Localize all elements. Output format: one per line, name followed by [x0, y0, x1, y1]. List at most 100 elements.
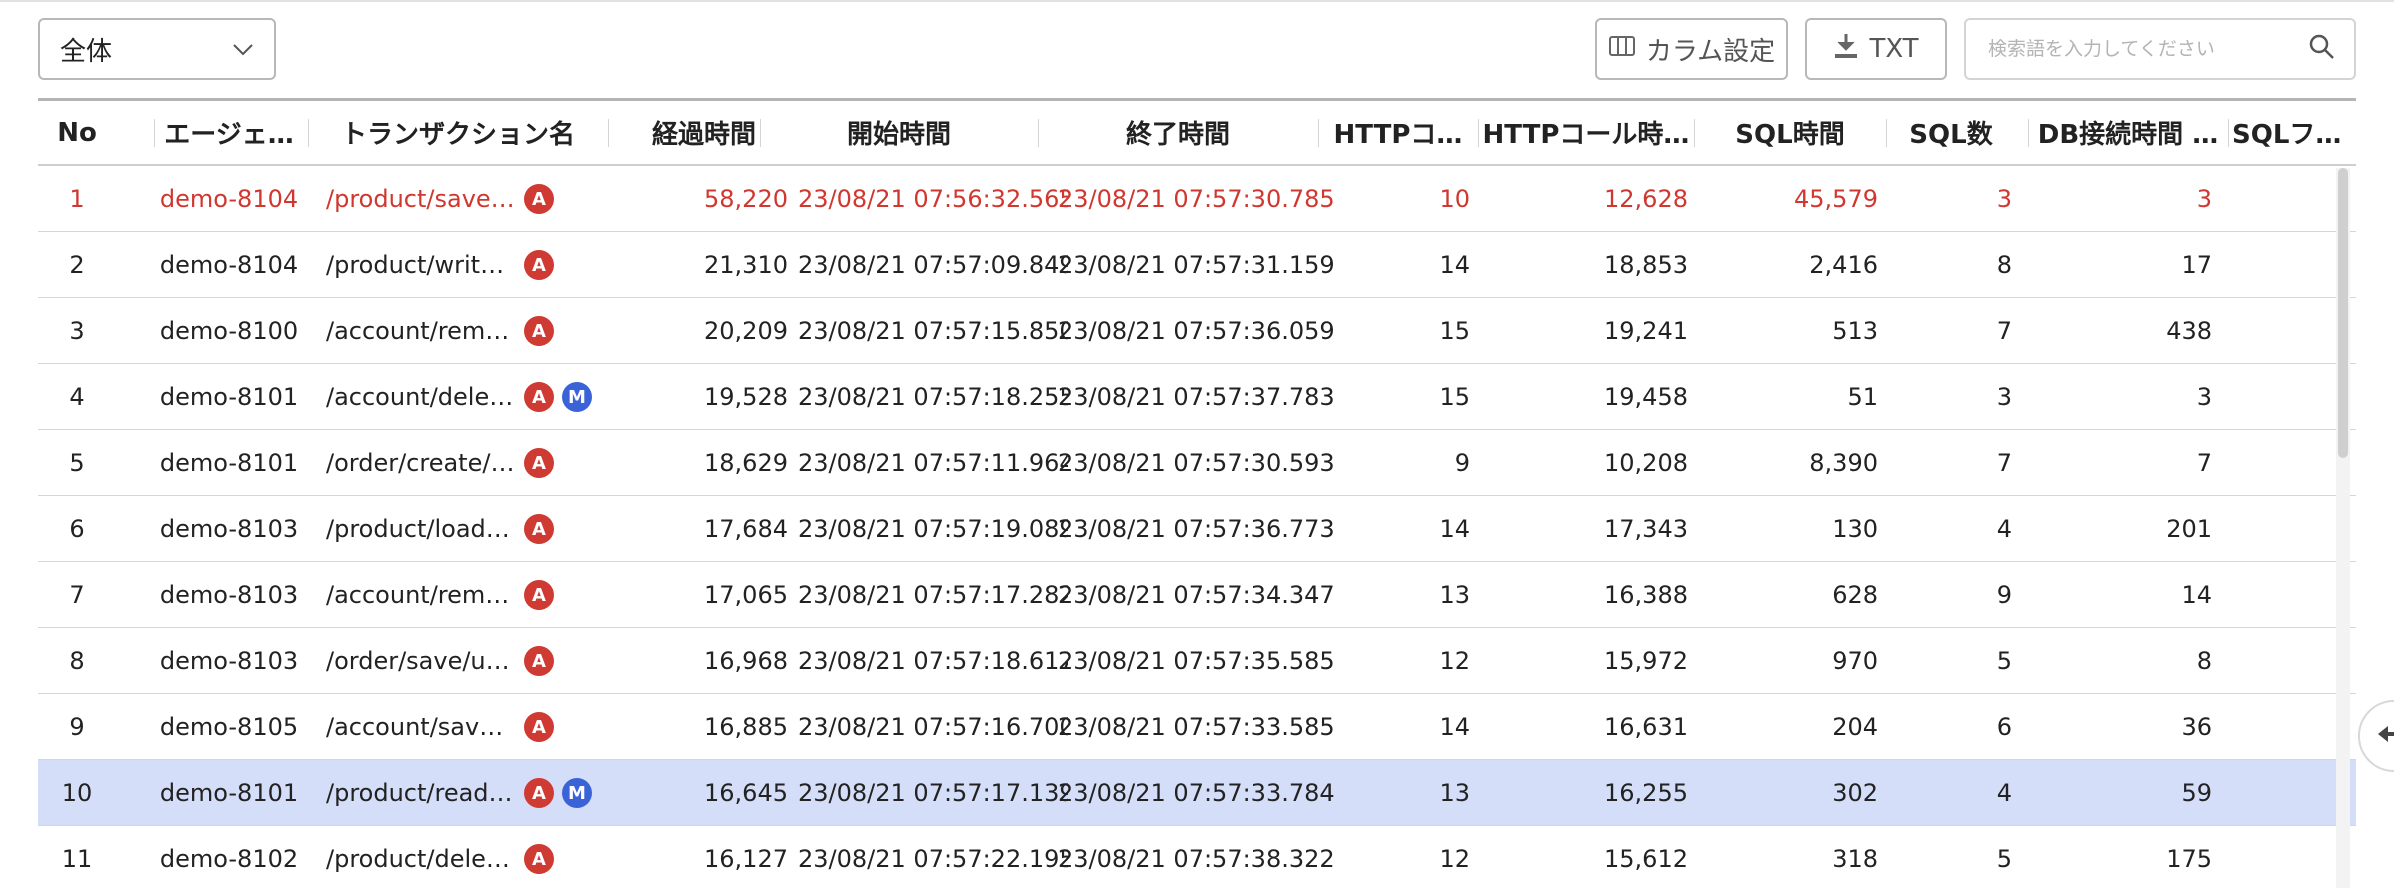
cell-end-time: 23/08/21 07:57:36.059	[1058, 317, 1335, 345]
cell-agent: demo-8103	[159, 647, 299, 675]
table-row[interactable]: 11 demo-8102/product/delete… A 16,127 23/08/…	[38, 826, 2356, 888]
cell-end-time: 23/08/21 07:57:33.585	[1058, 713, 1335, 741]
col-header-http-time[interactable]: HTTPコール時…	[1478, 101, 1694, 164]
col-header-agent[interactable]: エージェ…	[154, 101, 304, 164]
columns-icon	[1608, 34, 1636, 65]
cell-elapsed: 21,310	[704, 251, 788, 279]
table-row[interactable]: 3 demo-8100/account/remo… A 20,209 23/08/21 …	[38, 298, 2356, 364]
app-badge-icon: A	[524, 580, 554, 610]
table-row[interactable]: 2 demo-8104/product/write/… A 21,310 23/08/2…	[38, 232, 2356, 298]
cell-end-time: 23/08/21 07:57:30.593	[1058, 449, 1335, 477]
cell-end-time: 23/08/21 07:57:31.159	[1058, 251, 1335, 279]
cell-agent: demo-8104	[159, 185, 299, 213]
cell-http-count: 12	[1439, 845, 1470, 873]
scope-dropdown-value: 全体	[60, 36, 113, 67]
table-row[interactable]: 6 demo-8103/product/load/… A 17,684 23/08/21…	[38, 496, 2356, 562]
cell-http-count: 15	[1439, 317, 1470, 345]
cell-transaction-name: /account/remo… A	[326, 562, 626, 628]
cell-sql-time: 130	[1832, 515, 1878, 543]
app-badge-icon: A	[524, 712, 554, 742]
search-input[interactable]	[1986, 37, 2308, 61]
cell-db-connect-time: 36	[2181, 713, 2212, 741]
col-header-transaction-name[interactable]: トランザクション名	[308, 101, 608, 164]
cell-http-count: 15	[1439, 383, 1470, 411]
col-header-end-time[interactable]: 終了時間	[1038, 101, 1318, 164]
cell-end-time: 23/08/21 07:57:36.773	[1058, 515, 1335, 543]
table-row[interactable]: 10 demo-8101/product/read/… A M 16,645 23/08/…	[38, 760, 2356, 826]
side-panel-toggle[interactable]	[2358, 700, 2394, 772]
col-header-sql-fetch[interactable]: SQLフェ…	[2228, 101, 2356, 164]
table-row[interactable]: 1 demo-8104/product/save/… A 58,220 23/08/21…	[38, 166, 2356, 232]
table-row[interactable]: 9 demo-8105/account/save/… A 16,885 23/08/21…	[38, 694, 2356, 760]
col-header-sql-time[interactable]: SQL時間	[1694, 101, 1886, 164]
transaction-name-text[interactable]: /account/remo…	[326, 581, 516, 609]
cell-sql-count: 3	[1996, 383, 2012, 411]
cell-db-connect-time: 7	[2196, 449, 2212, 477]
cell-elapsed: 20,209	[704, 317, 788, 345]
collapse-arrow-icon	[2374, 723, 2394, 749]
col-header-db-connect-time[interactable]: DB接続時間 …	[2028, 101, 2228, 164]
column-settings-button[interactable]: カラム設定	[1595, 18, 1788, 80]
table-row[interactable]: 4 demo-8101/account/delet… A M 19,528 23/08/2…	[38, 364, 2356, 430]
col-header-start-time[interactable]: 開始時間	[760, 101, 1038, 164]
table-row[interactable]: 8 demo-8103/order/save/uni… A 16,968 23/08/2…	[38, 628, 2356, 694]
cell-start-time: 23/08/21 07:57:15.850	[798, 317, 1068, 345]
vertical-scrollbar-thumb[interactable]	[2338, 168, 2348, 458]
table-row[interactable]: 5 demo-8101/order/create/d… A 18,629 23/08/2…	[38, 430, 2356, 496]
cell-db-connect-time: 3	[2196, 383, 2212, 411]
cell-sql-count: 8	[1996, 251, 2012, 279]
txt-export-button[interactable]: TXT	[1805, 18, 1947, 80]
cell-http-count: 14	[1439, 713, 1470, 741]
transaction-name-text[interactable]: /product/delete…	[326, 845, 516, 873]
app-badge-icon: A	[524, 448, 554, 478]
cell-no: 2	[69, 251, 85, 279]
transaction-name-text[interactable]: /account/save/…	[326, 713, 516, 741]
cell-db-connect-time: 59	[2181, 779, 2212, 807]
cell-db-connect-time: 201	[2166, 515, 2212, 543]
transaction-name-text[interactable]: /product/load/…	[326, 515, 516, 543]
cell-transaction-name: /account/remo… A	[326, 298, 626, 364]
cell-sql-count: 7	[1996, 317, 2012, 345]
cell-start-time: 23/08/21 07:57:16.700	[798, 713, 1068, 741]
transaction-name-text[interactable]: /product/save/…	[326, 185, 516, 213]
transaction-name-text[interactable]: /product/write/…	[326, 251, 516, 279]
cell-no: 3	[69, 317, 85, 345]
cell-start-time: 23/08/21 07:57:22.195	[798, 845, 1068, 873]
cell-agent: demo-8102	[159, 845, 299, 873]
cell-transaction-name: /account/save/… A	[326, 694, 626, 760]
cell-elapsed: 19,528	[704, 383, 788, 411]
col-header-http-count[interactable]: HTTPコ…	[1318, 101, 1478, 164]
cell-http-time: 19,458	[1604, 383, 1688, 411]
cell-db-connect-time: 14	[2181, 581, 2212, 609]
cell-http-time: 16,631	[1604, 713, 1688, 741]
search-icon[interactable]	[2308, 33, 2336, 65]
transaction-name-text[interactable]: /order/save/uni…	[326, 647, 516, 675]
transaction-name-text[interactable]: /account/remo…	[326, 317, 516, 345]
cell-http-count: 13	[1439, 779, 1470, 807]
cell-transaction-name: /product/write/… A	[326, 232, 626, 298]
cell-http-time: 19,241	[1604, 317, 1688, 345]
cell-start-time: 23/08/21 07:57:18.255	[798, 383, 1068, 411]
cell-transaction-name: /product/save/… A	[326, 166, 626, 232]
cell-no: 6	[69, 515, 85, 543]
scope-dropdown[interactable]: 全体	[38, 18, 276, 80]
cell-no: 9	[69, 713, 85, 741]
col-header-sql-count[interactable]: SQL数	[1886, 101, 2016, 164]
cell-sql-time: 8,390	[1809, 449, 1878, 477]
transaction-name-text[interactable]: /account/delet…	[326, 383, 516, 411]
table-row[interactable]: 7 demo-8103/account/remo… A 17,065 23/08/21 …	[38, 562, 2356, 628]
transaction-name-text[interactable]: /order/create/d…	[326, 449, 516, 477]
cell-sql-time: 628	[1832, 581, 1878, 609]
col-header-no[interactable]: No	[38, 101, 116, 164]
cell-http-count: 10	[1439, 185, 1470, 213]
cell-sql-time: 45,579	[1794, 185, 1878, 213]
top-border	[0, 0, 2394, 2]
cell-agent: demo-8105	[159, 713, 299, 741]
cell-http-time: 12,628	[1604, 185, 1688, 213]
cell-end-time: 23/08/21 07:57:34.347	[1058, 581, 1335, 609]
cell-start-time: 23/08/21 07:57:19.089	[798, 515, 1068, 543]
cell-end-time: 23/08/21 07:57:37.783	[1058, 383, 1335, 411]
cell-transaction-name: /product/delete… A	[326, 826, 626, 888]
transaction-name-text[interactable]: /product/read/…	[326, 779, 516, 807]
cell-http-time: 17,343	[1604, 515, 1688, 543]
